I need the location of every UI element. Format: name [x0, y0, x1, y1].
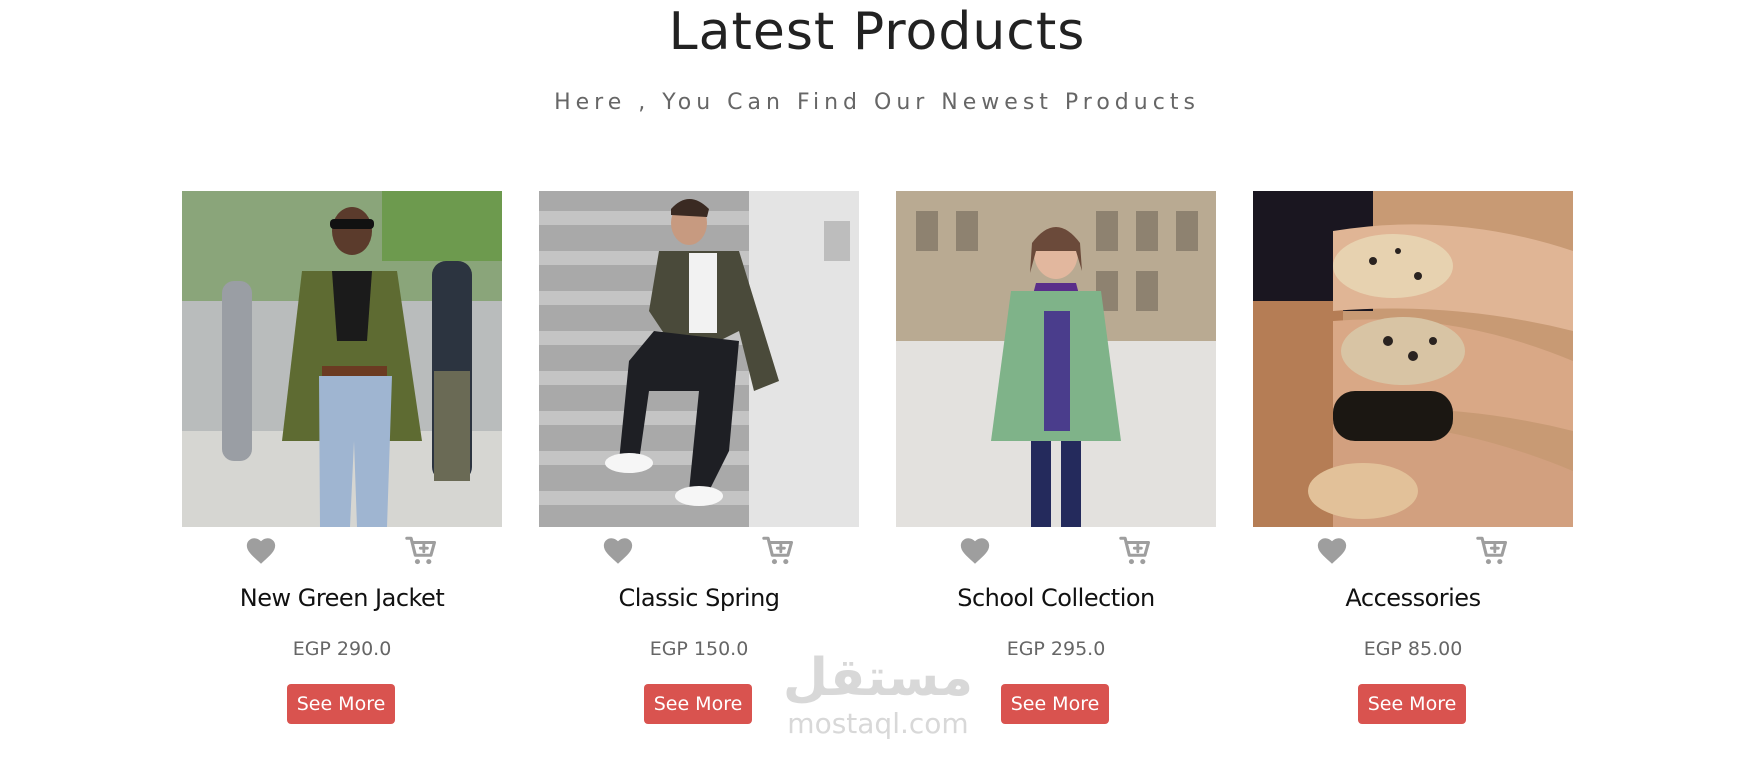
product-image-girl-green-coat[interactable]: [896, 191, 1216, 527]
cart-plus-icon[interactable]: [1115, 533, 1155, 569]
product-name: New Green Jacket: [239, 584, 445, 612]
see-more-button[interactable]: See More: [287, 684, 395, 724]
heart-icon[interactable]: [241, 533, 281, 569]
cart-plus-icon[interactable]: [401, 533, 441, 569]
product-card: Classic Spring EGP 150.0 See More: [539, 191, 859, 731]
see-more-button[interactable]: See More: [644, 684, 752, 724]
see-more-button[interactable]: See More: [1001, 684, 1109, 724]
cart-plus-icon[interactable]: [1472, 533, 1512, 569]
see-more-button[interactable]: See More: [1358, 684, 1466, 724]
product-price: EGP 85.00: [1363, 638, 1463, 660]
product-card: School Collection EGP 295.0 See More: [896, 191, 1216, 731]
product-card: Accessories EGP 85.00 See More: [1253, 191, 1573, 731]
product-price: EGP 295.0: [1006, 638, 1106, 660]
product-name: School Collection: [957, 584, 1155, 612]
product-price: EGP 150.0: [649, 638, 749, 660]
products-grid: New Green Jacket EGP 290.0 See More Clas…: [0, 191, 1754, 731]
product-card: New Green Jacket EGP 290.0 See More: [182, 191, 502, 731]
product-name: Accessories: [1345, 584, 1481, 612]
heart-icon[interactable]: [1312, 533, 1352, 569]
section-title: Latest Products: [668, 2, 1086, 62]
product-image-woman-green-blazer[interactable]: [182, 191, 502, 527]
product-price: EGP 290.0: [292, 638, 392, 660]
product-image-man-camo-jacket[interactable]: [539, 191, 859, 527]
section-subtitle: Here , You Can Find Our Newest Products: [554, 90, 1200, 115]
product-image-gold-glitter-nails[interactable]: [1253, 191, 1573, 527]
cart-plus-icon[interactable]: [758, 533, 798, 569]
product-name: Classic Spring: [618, 584, 780, 612]
heart-icon[interactable]: [955, 533, 995, 569]
heart-icon[interactable]: [598, 533, 638, 569]
